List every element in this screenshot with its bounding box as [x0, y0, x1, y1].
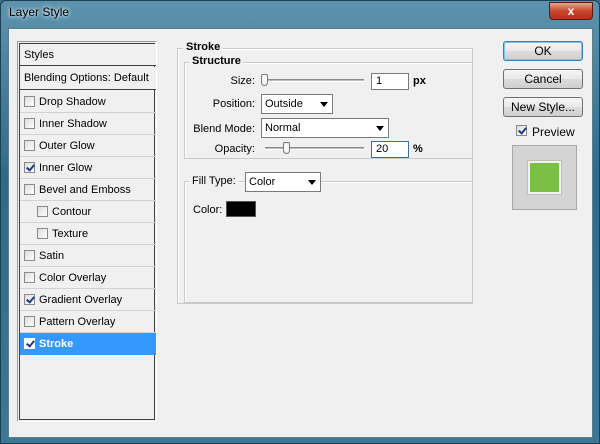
blend-mode-value: Normal — [265, 122, 301, 134]
cancel-button[interactable]: Cancel — [503, 69, 583, 89]
style-item-contour[interactable]: Contour — [20, 201, 156, 223]
style-checkbox[interactable] — [24, 338, 35, 349]
style-checkbox[interactable] — [24, 272, 35, 283]
style-item-label: Drop Shadow — [39, 96, 106, 108]
fill-group — [184, 181, 473, 303]
style-item-texture[interactable]: Texture — [20, 223, 156, 245]
opacity-slider-track[interactable] — [265, 147, 364, 150]
position-select[interactable]: Outside — [261, 94, 333, 114]
style-item-satin[interactable]: Satin — [20, 245, 156, 267]
styles-list: Styles Blending Options: Default Drop Sh… — [17, 41, 157, 422]
blend-mode-select[interactable]: Normal — [261, 118, 389, 138]
style-item-label: Pattern Overlay — [39, 316, 116, 328]
style-checkbox[interactable] — [24, 316, 35, 327]
ok-button[interactable]: OK — [503, 41, 583, 61]
style-item-label: Color Overlay — [39, 272, 107, 284]
opacity-slider-thumb[interactable] — [283, 142, 291, 154]
style-item-gradient-overlay[interactable]: Gradient Overlay — [20, 289, 156, 311]
style-item-label: Contour — [52, 206, 92, 218]
style-checkbox[interactable] — [24, 118, 35, 129]
style-item-label: Outer Glow — [39, 140, 95, 152]
window-title: Layer Style — [9, 5, 70, 19]
preview-label: Preview — [532, 125, 575, 139]
structure-group-title: Structure — [189, 55, 244, 67]
new-style-button[interactable]: New Style... — [503, 97, 583, 117]
close-icon: x — [567, 4, 575, 18]
preview-thumbnail — [512, 145, 577, 210]
style-checkbox[interactable] — [24, 162, 35, 173]
size-input[interactable]: 1 — [371, 73, 409, 90]
size-label: Size: — [230, 75, 255, 87]
opacity-input[interactable]: 20 — [371, 141, 409, 158]
fill-type-select[interactable]: Color — [245, 172, 321, 192]
preview-swatch — [528, 161, 561, 194]
style-item-bevel-and-emboss[interactable]: Bevel and Emboss — [20, 179, 156, 201]
position-label: Position: — [212, 98, 255, 110]
style-checkbox[interactable] — [24, 184, 35, 195]
style-item-label: Stroke — [39, 338, 74, 350]
stroke-group-title: Stroke — [183, 41, 224, 53]
color-label: Color: — [193, 204, 223, 216]
style-item-inner-shadow[interactable]: Inner Shadow — [20, 113, 156, 135]
style-item-label: Satin — [39, 250, 65, 262]
style-item-inner-glow[interactable]: Inner Glow — [20, 157, 156, 179]
style-checkbox[interactable] — [24, 140, 35, 151]
stroke-color-swatch[interactable] — [226, 201, 256, 217]
preview-checkbox[interactable] — [516, 125, 527, 136]
style-item-pattern-overlay[interactable]: Pattern Overlay — [20, 311, 156, 333]
style-item-stroke[interactable]: Stroke — [20, 333, 156, 355]
opacity-unit: % — [413, 143, 423, 155]
style-checkbox[interactable] — [24, 250, 35, 261]
position-value: Outside — [265, 98, 303, 110]
size-unit: px — [413, 75, 426, 87]
fill-type-label: Fill Type: — [189, 175, 239, 187]
styles-list-inner: Styles Blending Options: Default Drop Sh… — [19, 43, 156, 420]
size-slider-track[interactable] — [262, 79, 364, 82]
preview-toggle[interactable]: Preview — [516, 124, 586, 140]
chevron-down-icon — [320, 102, 328, 107]
layer-style-window: Layer Style x Styles Blending Options: D… — [0, 0, 600, 444]
blend-mode-label: Blend Mode: — [193, 123, 255, 135]
size-slider-thumb[interactable] — [261, 74, 268, 86]
style-item-outer-glow[interactable]: Outer Glow — [20, 135, 156, 157]
style-item-drop-shadow[interactable]: Drop Shadow — [20, 91, 156, 113]
chevron-down-icon — [376, 126, 384, 131]
style-item-label: Bevel and Emboss — [39, 184, 131, 196]
close-button[interactable]: x — [549, 2, 593, 20]
style-item-label: Inner Shadow — [39, 118, 107, 130]
blending-options-item[interactable]: Blending Options: Default — [20, 67, 156, 90]
style-checkbox[interactable] — [37, 228, 48, 239]
chevron-down-icon — [308, 180, 316, 185]
style-item-color-overlay[interactable]: Color Overlay — [20, 267, 156, 289]
fill-type-value: Color — [249, 176, 276, 188]
style-item-label: Gradient Overlay — [39, 294, 123, 306]
style-checkbox[interactable] — [24, 96, 35, 107]
style-checkbox[interactable] — [24, 294, 35, 305]
opacity-label: Opacity: — [214, 143, 255, 155]
style-checkbox[interactable] — [37, 206, 48, 217]
style-item-label: Inner Glow — [39, 162, 93, 174]
dialog-client-area: Styles Blending Options: Default Drop Sh… — [8, 28, 593, 438]
title-bar[interactable]: Layer Style x — [1, 1, 599, 27]
style-item-label: Texture — [52, 228, 89, 240]
styles-header[interactable]: Styles — [20, 44, 156, 66]
